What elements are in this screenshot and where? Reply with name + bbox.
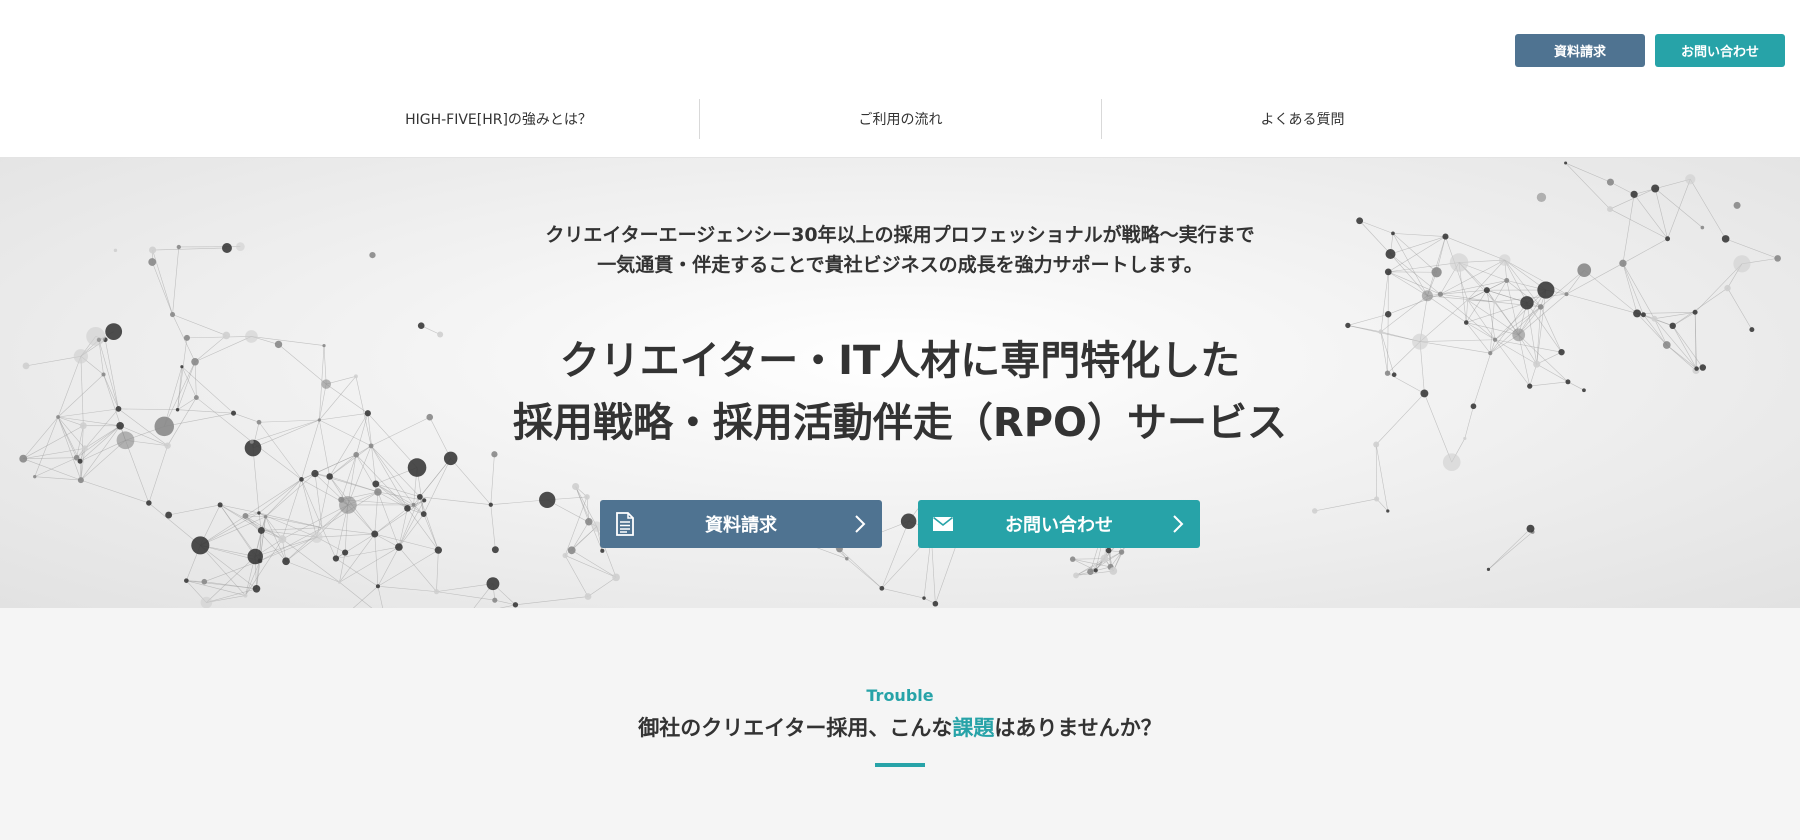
heading-text-after: はありませんか？ (994, 716, 1162, 740)
trouble-section: Trouble 御社のクリエイター採用、こんな課題はありませんか？ (0, 608, 1800, 840)
heading-text-before: 御社のクリエイター採用、こんな (638, 716, 953, 740)
nav-item-flow[interactable]: ご利用の流れ (700, 98, 1101, 140)
hero-title-line2: 採用戦略・採用活動伴走（RPO）サービス (512, 400, 1288, 446)
hero-subtitle-line2: 一気通貫・伴走することで貴社ビジネスの成長を強力サポートします。 (597, 254, 1203, 276)
document-request-label: 資料請求 (705, 515, 777, 536)
header-contact-button[interactable]: お問い合わせ (1655, 34, 1785, 67)
global-nav: HIGH-FIVE[HR]の強みとは？ ご利用の流れ よくある質問 (298, 98, 1503, 140)
document-request-button[interactable]: 資料請求 (600, 500, 882, 548)
nav-item-faq[interactable]: よくある質問 (1102, 98, 1503, 140)
hero-subtitle-line1: クリエイターエージェンシー30年以上の採用プロフェッショナルが戦略〜実行まで (545, 224, 1255, 246)
header-document-request-button[interactable]: 資料請求 (1515, 34, 1645, 67)
hero-title: クリエイター・IT人材に専門特化した 採用戦略・採用活動伴走（RPO）サービス (0, 330, 1800, 454)
nav-item-strengths[interactable]: HIGH-FIVE[HR]の強みとは？ (298, 98, 699, 140)
document-icon (614, 512, 636, 536)
contact-button[interactable]: お問い合わせ (918, 500, 1200, 548)
contact-label: お問い合わせ (1005, 515, 1113, 536)
heading-highlight: 課題 (952, 716, 995, 740)
heading-underline (875, 763, 925, 767)
site-header: 資料請求 お問い合わせ HIGH-FIVE[HR]の強みとは？ ご利用の流れ よ… (0, 0, 1800, 158)
chevron-right-icon (855, 515, 866, 533)
chevron-right-icon (1173, 515, 1184, 533)
hero-section: クリエイターエージェンシー30年以上の採用プロフェッショナルが戦略〜実行まで 一… (0, 158, 1800, 608)
envelope-icon (932, 512, 954, 536)
hero-subtitle: クリエイターエージェンシー30年以上の採用プロフェッショナルが戦略〜実行まで 一… (0, 220, 1800, 280)
section-heading: 御社のクリエイター採用、こんな課題はありませんか？ (0, 712, 1800, 742)
section-label: Trouble (866, 686, 934, 705)
hero-title-line1: クリエイター・IT人材に専門特化した (559, 338, 1241, 384)
